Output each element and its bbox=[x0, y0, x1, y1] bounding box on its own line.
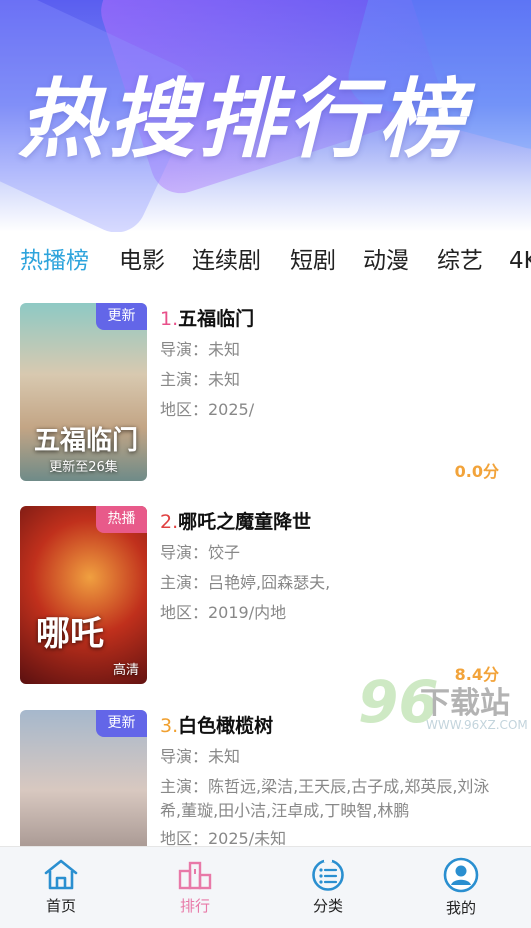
nav-label: 首页 bbox=[45, 897, 76, 915]
tab-variety[interactable]: 综艺 bbox=[437, 244, 483, 278]
actors-text: 主演：未知 bbox=[160, 370, 241, 389]
ranking-icon bbox=[178, 861, 212, 890]
poster-title: 哪吒 bbox=[36, 614, 104, 654]
list-item[interactable]: 哪吒 热播 高清 2.哪吒之魔童降世 导演：饺子 主演：吕艳婷,囧森瑟夫, 地区… bbox=[0, 503, 531, 693]
watermark-text: 下载站 bbox=[420, 686, 510, 721]
tab-anime[interactable]: 动漫 bbox=[363, 244, 409, 278]
page-title: 热搜排行榜 bbox=[18, 70, 468, 170]
director-text: 导演：饺子 bbox=[160, 543, 241, 562]
tab-movie[interactable]: 电影 bbox=[119, 244, 165, 278]
region-text: 地区：2019/内地 bbox=[160, 603, 287, 622]
poster-title: 五福临门 bbox=[34, 426, 139, 456]
category-icon bbox=[312, 858, 344, 891]
title-text: 五福临门 bbox=[178, 308, 255, 330]
watermark-logo: 96 下载站 WWW.96XZ.COM bbox=[358, 668, 528, 742]
header-banner: 热搜排行榜 bbox=[0, 0, 531, 232]
quality-status: 高清 bbox=[112, 663, 139, 678]
score-text: 0.0分 bbox=[454, 462, 499, 481]
nav-label: 我的 bbox=[445, 899, 476, 917]
hot-badge: 热播 bbox=[96, 506, 147, 533]
update-badge: 更新 bbox=[96, 303, 147, 330]
actors-text: 主演：吕艳婷,囧森瑟夫, bbox=[160, 573, 331, 592]
poster-image[interactable]: 哪吒 热播 高清 bbox=[20, 506, 147, 684]
nav-ranking[interactable]: 排行 bbox=[155, 857, 235, 916]
rank-number: 2. bbox=[160, 511, 179, 533]
title-text: 哪吒之魔童降世 bbox=[178, 511, 312, 533]
item-title[interactable]: 3.白色橄榄树 bbox=[160, 711, 273, 738]
nav-label: 分类 bbox=[312, 897, 343, 915]
rank-number: 3. bbox=[160, 715, 179, 737]
tab-short[interactable]: 短剧 bbox=[290, 244, 336, 278]
item-title[interactable]: 1.五福临门 bbox=[160, 304, 254, 331]
tab-4k[interactable]: 4K bbox=[509, 244, 531, 278]
list-item[interactable]: 五福临门 更新 更新至26集 1.五福临门 导演：未知 主演：未知 地区：202… bbox=[0, 300, 531, 490]
bottom-nav: 首页 排行 分类 我的 bbox=[0, 846, 531, 928]
region-text: 地区：2025/ bbox=[160, 400, 255, 419]
update-badge: 更新 bbox=[96, 710, 147, 737]
user-icon bbox=[443, 857, 479, 893]
watermark-url: WWW.96XZ.COM bbox=[426, 718, 528, 732]
nav-home[interactable]: 首页 bbox=[21, 857, 101, 916]
nav-profile[interactable]: 我的 bbox=[421, 857, 501, 918]
poster-image[interactable]: 五福临门 更新 更新至26集 bbox=[20, 303, 147, 481]
actors-text: 主演：陈哲远,梁洁,王天辰,古子成,郑英辰,刘泳希,董璇,田小洁,汪卓成,丁映智… bbox=[160, 777, 490, 820]
category-tabs: 热播榜 电影 连续剧 短剧 动漫 综艺 4K bbox=[0, 240, 531, 286]
nav-label: 排行 bbox=[179, 897, 210, 915]
title-text: 白色橄榄树 bbox=[178, 715, 274, 737]
nav-category[interactable]: 分类 bbox=[288, 857, 368, 916]
tab-series[interactable]: 连续剧 bbox=[192, 244, 261, 278]
rank-number: 1. bbox=[160, 308, 179, 330]
director-text: 导演：未知 bbox=[160, 340, 241, 359]
item-title[interactable]: 2.哪吒之魔童降世 bbox=[160, 507, 311, 534]
episode-status: 更新至26集 bbox=[49, 460, 118, 475]
director-text: 导演：未知 bbox=[160, 747, 241, 766]
home-icon bbox=[44, 859, 78, 890]
tab-hot[interactable]: 热播榜 bbox=[20, 244, 89, 278]
